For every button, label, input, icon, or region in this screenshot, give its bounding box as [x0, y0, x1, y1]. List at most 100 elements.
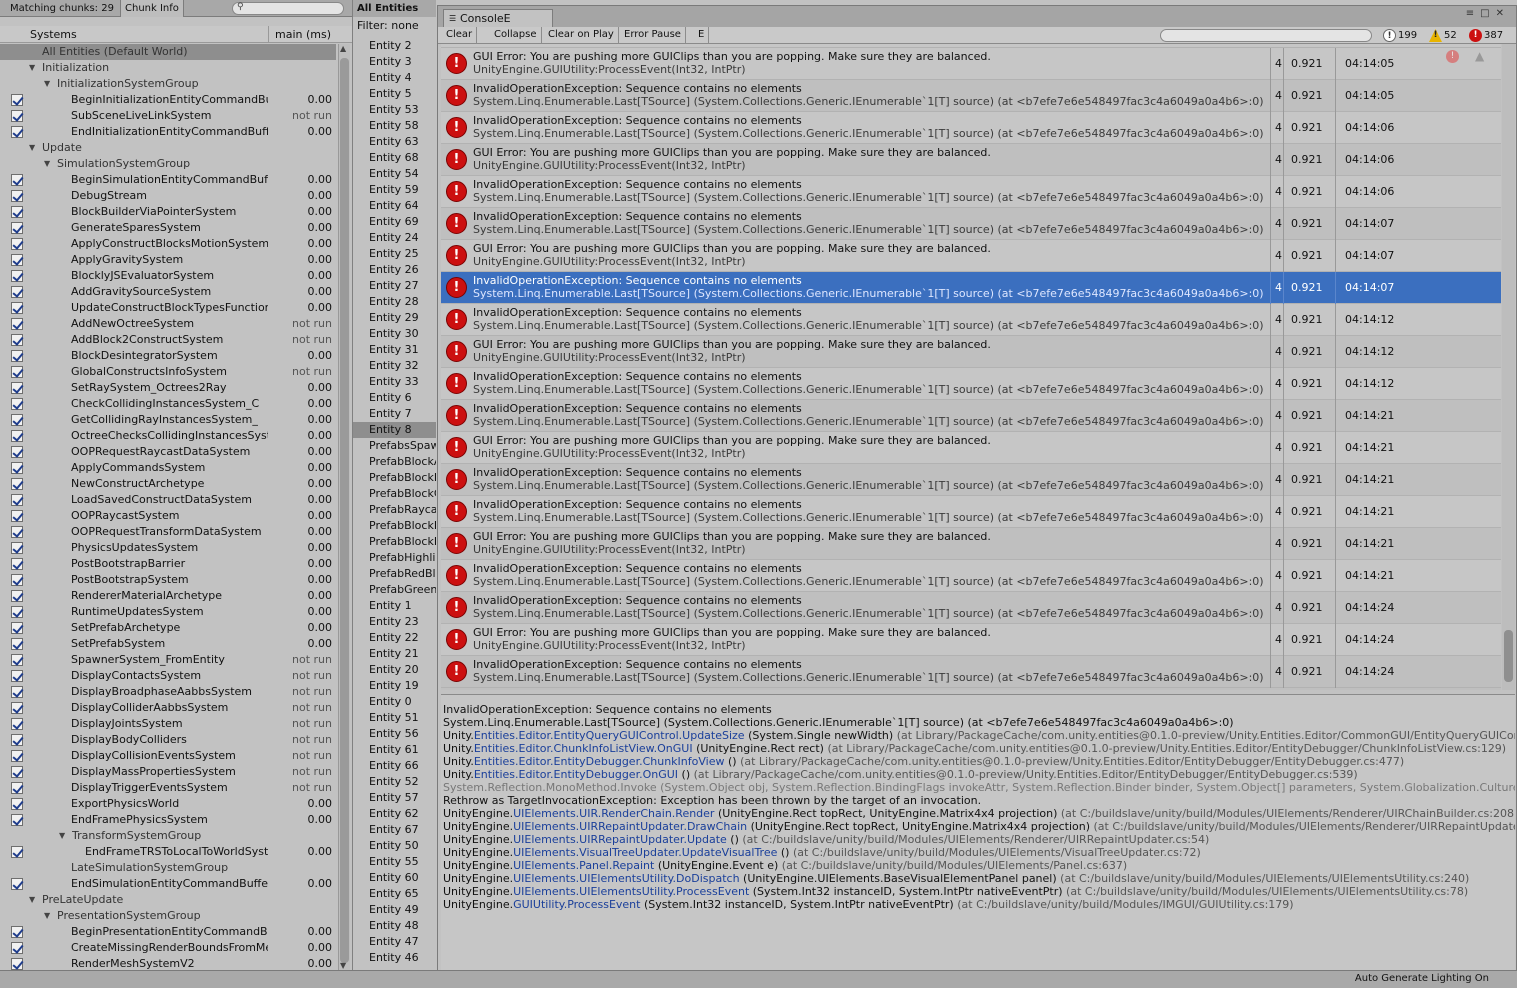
log-entry[interactable]: ! GUI Error: You are pushing more GUIClip…	[441, 528, 1501, 560]
log-entry[interactable]: ! GUI Error: You are pushing more GUIClip…	[441, 48, 1501, 80]
stack-trace-line[interactable]: UnityEngine.UIElements.UIElementsUtility…	[443, 885, 1468, 898]
enabled-checkbox[interactable]	[11, 478, 23, 490]
enabled-checkbox[interactable]	[11, 446, 23, 458]
enabled-checkbox[interactable]	[11, 926, 23, 938]
system-row[interactable]: OOPRequestTransformDataSystem 0.00	[0, 524, 336, 540]
enabled-checkbox[interactable]	[11, 126, 23, 138]
entity-item[interactable]: Entity 48	[353, 918, 436, 934]
entity-item[interactable]: Entity 46	[353, 950, 436, 966]
enabled-checkbox[interactable]	[11, 254, 23, 266]
enabled-checkbox[interactable]	[11, 270, 23, 282]
maximize-icon[interactable]: □	[1480, 8, 1495, 19]
entity-item[interactable]: PrefabBlockC	[353, 486, 436, 502]
systems-column-label[interactable]: Systems	[30, 26, 77, 43]
stack-method-link[interactable]: UIElements.UIElementsUtility.ProcessEven…	[513, 885, 749, 898]
stack-method-link[interactable]: Entities.Editor.ChunkInfoListView.OnGUI	[474, 742, 693, 755]
enabled-checkbox[interactable]	[11, 654, 23, 666]
system-row[interactable]: ApplyConstructBlocksMotionSystem 0.00	[0, 236, 336, 252]
entity-item[interactable]: Entity 69	[353, 214, 436, 230]
stack-method-link[interactable]: UIElements.UIRRepaintUpdater.Update	[513, 833, 727, 846]
system-row[interactable]: BlocklyJSEvaluatorSystem 0.00	[0, 268, 336, 284]
system-row[interactable]: ExportPhysicsWorld 0.00	[0, 796, 336, 812]
stack-trace-line[interactable]: UnityEngine.GUIUtility.ProcessEvent (Sys…	[443, 898, 1294, 911]
system-row[interactable]: DisplayColliderAabbsSystem not run	[0, 700, 336, 716]
system-row[interactable]: EndFramePhysicsSystem 0.00	[0, 812, 336, 828]
scroll-down-icon[interactable]: ▼	[340, 961, 346, 970]
enabled-checkbox[interactable]	[11, 334, 23, 346]
system-row[interactable]: RenderMeshSystemV2 0.00	[0, 956, 336, 970]
entity-item[interactable]: Entity 59	[353, 182, 436, 198]
system-row[interactable]: OOPRequestRaycastDataSystem 0.00	[0, 444, 336, 460]
system-group-row[interactable]: ▼ InitializationSystemGroup	[0, 76, 336, 92]
entity-item[interactable]: Entity 61	[353, 742, 436, 758]
system-row[interactable]: CreateMissingRenderBoundsFromMeshRendere…	[0, 940, 336, 956]
entity-item[interactable]: Entity 22	[353, 630, 436, 646]
stack-file-path[interactable]: (at C:/buildslave/unity/build/Modules/UI…	[1094, 820, 1515, 833]
enabled-checkbox[interactable]	[11, 542, 23, 554]
enabled-checkbox[interactable]	[11, 766, 23, 778]
enabled-checkbox[interactable]	[11, 622, 23, 634]
entity-item[interactable]: Entity 30	[353, 326, 436, 342]
stack-trace-line[interactable]: System.Reflection.MonoMethod.Invoke (Sys…	[443, 781, 1515, 794]
stack-trace-line[interactable]: UnityEngine.UIElements.UIR.RenderChain.R…	[443, 807, 1515, 820]
entity-item[interactable]: Entity 58	[353, 118, 436, 134]
enabled-checkbox[interactable]	[11, 878, 23, 890]
enabled-checkbox[interactable]	[11, 686, 23, 698]
log-entry[interactable]: ! InvalidOperationException: Sequence con…	[441, 80, 1501, 112]
enabled-checkbox[interactable]	[11, 238, 23, 250]
enabled-checkbox[interactable]	[11, 734, 23, 746]
entity-item[interactable]: Entity 4	[353, 70, 436, 86]
entity-item[interactable]: Entity 6	[353, 390, 436, 406]
stack-trace-line[interactable]: Unity.Entities.Editor.EntityDebugger.OnG…	[443, 768, 1358, 781]
enabled-checkbox[interactable]	[11, 574, 23, 586]
stack-trace-line[interactable]: Unity.Entities.Editor.ChunkInfoListView.…	[443, 742, 1506, 755]
system-row[interactable]: PhysicsUpdatesSystem 0.00	[0, 540, 336, 556]
system-group-row[interactable]: All Entities (Default World)	[0, 44, 336, 60]
system-row[interactable]: DisplayContactsSystem not run	[0, 668, 336, 684]
system-row[interactable]: OOPRaycastSystem 0.00	[0, 508, 336, 524]
system-row[interactable]: EndFrameTRSToLocalToWorldSystem 0.00	[0, 844, 336, 860]
system-row[interactable]: AddNewOctreeSystem not run	[0, 316, 336, 332]
entity-item[interactable]: Entity 63	[353, 134, 436, 150]
stack-method-link[interactable]: UIElements.VisualTreeUpdater.UpdateVisua…	[513, 846, 777, 859]
system-row[interactable]: PostBootstrapBarrier 0.00	[0, 556, 336, 572]
stack-file-path[interactable]: (at C:/buildslave/unity/build/Modules/UI…	[1060, 872, 1469, 885]
system-row[interactable]: BeginInitializationEntityCommandBufferSy…	[0, 92, 336, 108]
system-row[interactable]: DisplayJointsSystem not run	[0, 716, 336, 732]
entity-item[interactable]: Entity 50	[353, 838, 436, 854]
system-row[interactable]: DebugStream 0.00	[0, 188, 336, 204]
entity-item[interactable]: Entity 62	[353, 806, 436, 822]
entity-item[interactable]: Entity 57	[353, 790, 436, 806]
system-row[interactable]: GlobalConstructsInfoSystem not run	[0, 364, 336, 380]
stack-method-link[interactable]: UIElements.UIRRepaintUpdater.DrawChain	[513, 820, 747, 833]
system-row[interactable]: RuntimeUpdatesSystem 0.00	[0, 604, 336, 620]
stack-method-link[interactable]: GUIUtility.ProcessEvent	[513, 898, 640, 911]
log-entry[interactable]: ! GUI Error: You are pushing more GUIClip…	[441, 432, 1501, 464]
foldout-arrow-icon[interactable]: ▼	[44, 908, 50, 924]
system-row[interactable]: SetRaySystem_Octrees2Ray 0.00	[0, 380, 336, 396]
entity-item[interactable]: Entity 53	[353, 102, 436, 118]
entity-item[interactable]: Entity 29	[353, 310, 436, 326]
log-entry[interactable]: ! GUI Error: You are pushing more GUIClip…	[441, 336, 1501, 368]
stack-file-path[interactable]: (at C:/buildslave/unity/build/Modules/UI…	[782, 859, 1127, 872]
enabled-checkbox[interactable]	[11, 318, 23, 330]
stack-method-link[interactable]: Entities.Editor.EntityQueryGUIControl.Up…	[474, 729, 745, 742]
entity-item[interactable]: Entity 56	[353, 726, 436, 742]
entity-item[interactable]: Entity 25	[353, 246, 436, 262]
system-row[interactable]: DisplayTriggerEventsSystem not run	[0, 780, 336, 796]
stack-trace-line[interactable]: UnityEngine.UIElements.VisualTreeUpdater…	[443, 846, 1201, 859]
system-group-row[interactable]: ▼ PreLateUpdate	[0, 892, 336, 908]
system-row[interactable]: EndInitializationEntityCommandBufferSyst…	[0, 124, 336, 140]
clear-button[interactable]: Clear	[442, 27, 478, 44]
system-group-row[interactable]: ▼ Update	[0, 140, 336, 156]
system-row[interactable]: BlockBuilderViaPointerSystem 0.00	[0, 204, 336, 220]
enabled-checkbox[interactable]	[11, 398, 23, 410]
entity-item[interactable]: Entity 1	[353, 598, 436, 614]
stack-method-link[interactable]: Entities.Editor.EntityDebugger.ChunkInfo…	[474, 755, 725, 768]
entity-item[interactable]: Entity 49	[353, 902, 436, 918]
log-entry[interactable]: ! InvalidOperationException: Sequence con…	[441, 176, 1501, 208]
stack-trace-line[interactable]: Rethrow as TargetInvocationException: Ex…	[443, 794, 981, 807]
system-row[interactable]: SetPrefabArchetype 0.00	[0, 620, 336, 636]
entity-item[interactable]: Entity 60	[353, 870, 436, 886]
entity-item[interactable]: PrefabHighlight	[353, 550, 436, 566]
